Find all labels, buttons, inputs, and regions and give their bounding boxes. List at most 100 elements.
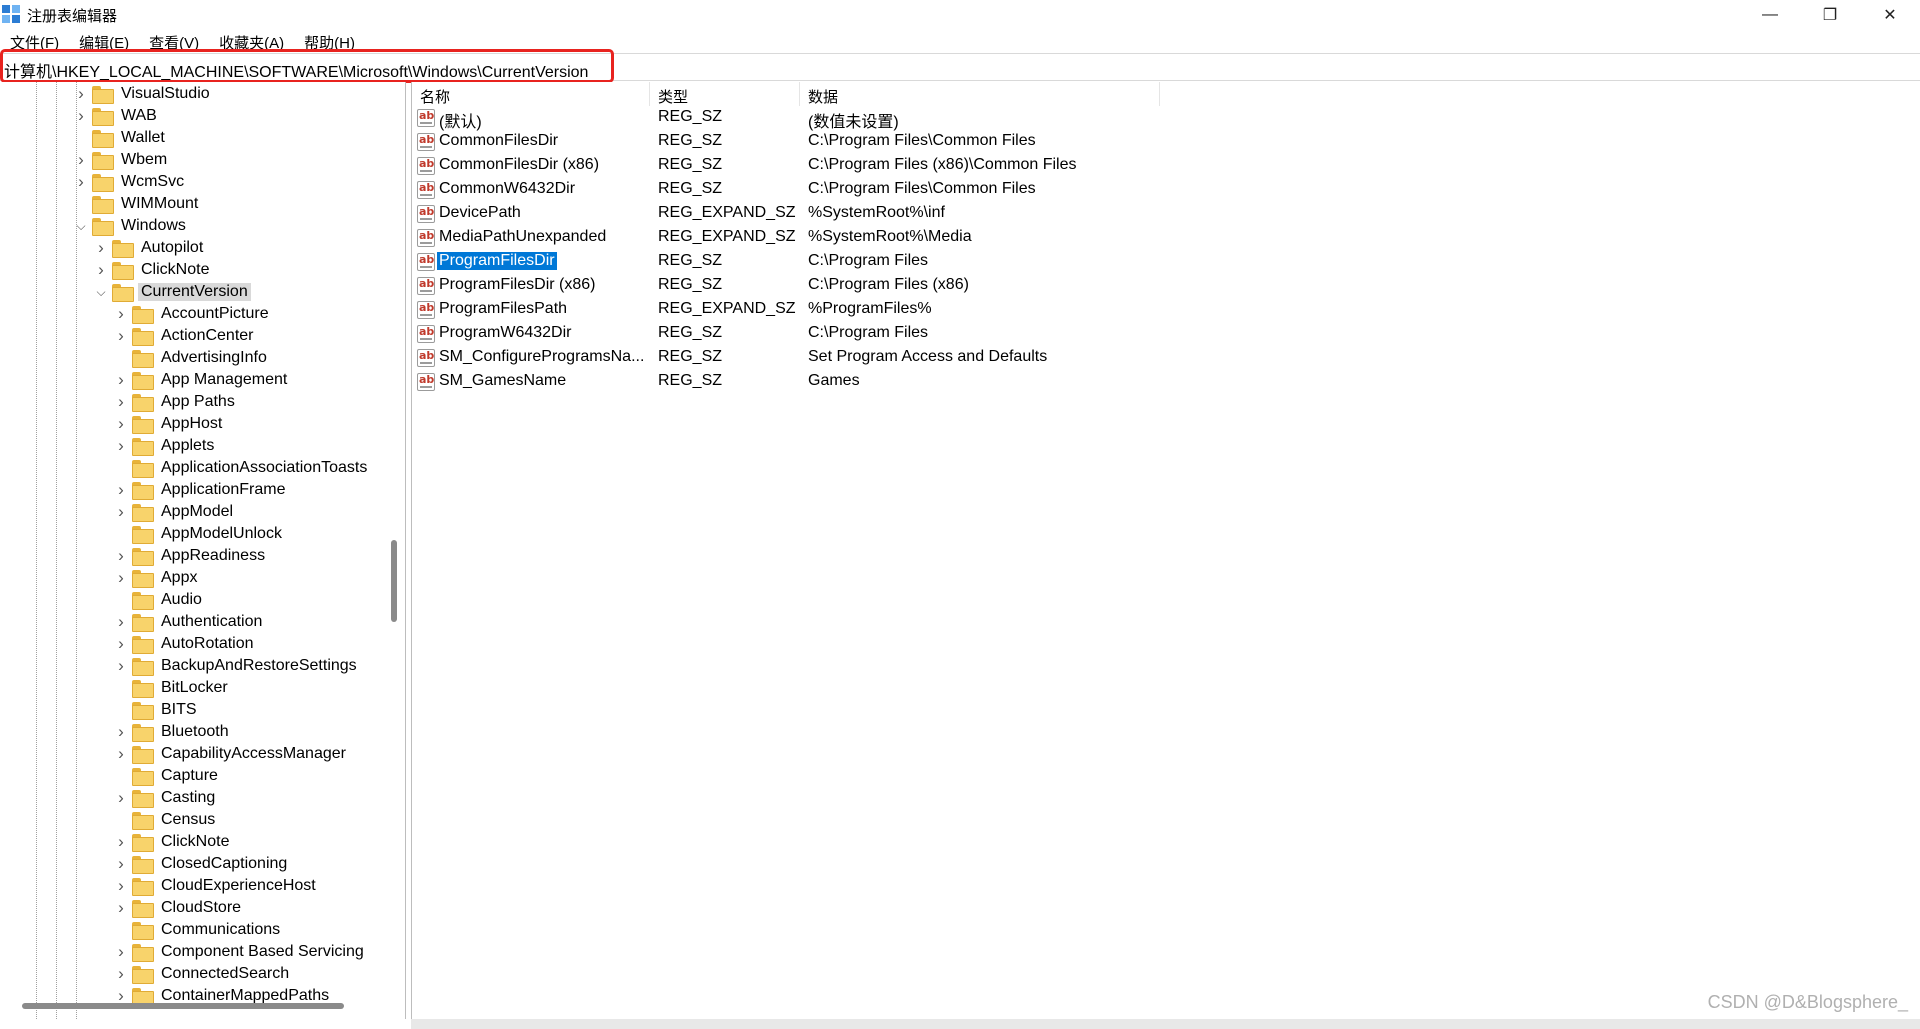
chevron-right-icon[interactable]: › <box>114 986 128 1005</box>
tree-node[interactable]: Wallet <box>74 127 168 149</box>
chevron-down-icon[interactable]: ⌵ <box>74 219 88 233</box>
tree-node[interactable]: Census <box>114 809 218 831</box>
value-row[interactable]: ab ProgramFilesPath REG_EXPAND_SZ %ProgramF… <box>412 298 1612 322</box>
chevron-right-icon[interactable]: › <box>114 898 128 917</box>
chevron-right-icon[interactable]: › <box>114 964 128 983</box>
tree-node[interactable]: › Applets <box>114 435 217 457</box>
tree-node[interactable]: › AppModel <box>114 501 236 523</box>
tree-node[interactable]: › AutoRotation <box>114 633 257 655</box>
tree-horizontal-scrollbar[interactable] <box>22 1003 344 1009</box>
value-row[interactable]: ab DevicePath REG_EXPAND_SZ %SystemRoot%\in… <box>412 202 1612 226</box>
value-row[interactable]: ab (默认) REG_SZ (数值未设置) <box>412 106 1612 131</box>
tree-node[interactable]: › CloudStore <box>114 897 244 919</box>
tree-node[interactable]: › Authentication <box>114 611 265 633</box>
tree-node[interactable]: › WcmSvc <box>74 171 187 193</box>
tree-node[interactable]: › ClosedCaptioning <box>114 853 290 875</box>
chevron-down-icon[interactable]: ⌵ <box>94 285 108 299</box>
chevron-right-icon[interactable]: › <box>114 436 128 455</box>
chevron-right-icon[interactable]: › <box>114 546 128 565</box>
tree-node[interactable]: Communications <box>114 919 283 941</box>
chevron-right-icon[interactable]: › <box>114 854 128 873</box>
chevron-right-icon[interactable]: › <box>114 612 128 631</box>
chevron-right-icon[interactable]: › <box>114 634 128 653</box>
column-header-type[interactable]: 类型 <box>650 82 800 106</box>
tree-node[interactable]: › BackupAndRestoreSettings <box>114 655 360 677</box>
tree-node[interactable]: ApplicationAssociationToasts <box>114 457 370 479</box>
tree-node[interactable]: › ConnectedSearch <box>114 963 292 985</box>
chevron-right-icon[interactable]: › <box>114 414 128 433</box>
tree-node[interactable]: › ApplicationFrame <box>114 479 289 501</box>
tree-node[interactable]: › ClickNote <box>114 831 232 853</box>
tree-node[interactable]: › AccountPicture <box>114 303 272 325</box>
tree-node[interactable]: ⌵ Windows <box>74 215 189 237</box>
value-data: %SystemRoot%\inf <box>808 204 945 221</box>
value-type: REG_EXPAND_SZ <box>658 204 796 221</box>
chevron-right-icon[interactable]: › <box>114 832 128 851</box>
tree-node[interactable]: BitLocker <box>114 677 231 699</box>
chevron-right-icon[interactable]: › <box>114 502 128 521</box>
tree-vertical-scrollbar[interactable] <box>391 540 397 622</box>
tree-node[interactable]: WIMMount <box>74 193 201 215</box>
chevron-right-icon[interactable]: › <box>114 722 128 741</box>
chevron-right-icon[interactable]: › <box>114 370 128 389</box>
tree-node[interactable]: AdvertisingInfo <box>114 347 270 369</box>
tree-node[interactable]: › App Paths <box>114 391 238 413</box>
close-button[interactable]: ✕ <box>1860 0 1920 30</box>
value-name: DevicePath <box>439 204 521 221</box>
chevron-right-icon[interactable]: › <box>114 744 128 763</box>
tree-node[interactable]: › Appx <box>114 567 200 589</box>
chevron-right-icon[interactable]: › <box>114 304 128 323</box>
tree-node-label: AppModel <box>161 503 234 520</box>
value-row[interactable]: ab ProgramW6432Dir REG_SZ C:\Program Files <box>412 322 1612 346</box>
tree-node[interactable]: › Casting <box>114 787 218 809</box>
value-row[interactable]: ab CommonFilesDir (x86) REG_SZ C:\Program F… <box>412 154 1612 178</box>
chevron-right-icon[interactable]: › <box>114 876 128 895</box>
tree-node[interactable]: › AppHost <box>114 413 225 435</box>
tree-node[interactable]: › Component Based Servicing <box>114 941 367 963</box>
maximize-button[interactable]: ❐ <box>1800 0 1860 30</box>
tree-node[interactable]: › WAB <box>74 105 160 127</box>
value-name: SM_ConfigureProgramsNa... <box>439 348 645 365</box>
chevron-right-icon[interactable]: › <box>114 326 128 345</box>
chevron-right-icon[interactable]: › <box>74 172 88 191</box>
tree-node[interactable]: › App Management <box>114 369 290 391</box>
value-row[interactable]: ab CommonW6432Dir REG_SZ C:\Program Files\C… <box>412 178 1612 202</box>
tree-node[interactable]: › CloudExperienceHost <box>114 875 319 897</box>
values-pane[interactable]: 名称 类型 数据 CSDN @D&Blogsphere_ ab (默认) REG_S… <box>411 82 1920 1019</box>
tree-node[interactable]: AppModelUnlock <box>114 523 285 545</box>
chevron-right-icon[interactable]: › <box>114 656 128 675</box>
column-header-name[interactable]: 名称 <box>412 82 650 106</box>
value-row[interactable]: ab ProgramFilesDir REG_SZ C:\Program Files <box>412 250 1612 274</box>
column-header-data[interactable]: 数据 <box>800 82 1160 106</box>
key-tree-pane[interactable]: › VisualStudio › WAB Wallet › Wbem › WcmSvc WIMMo… <box>0 82 406 1019</box>
value-row[interactable]: ab SM_ConfigureProgramsNa... REG_SZ Set Pro… <box>412 346 1612 370</box>
chevron-right-icon[interactable]: › <box>114 480 128 499</box>
tree-node[interactable]: Audio <box>114 589 205 611</box>
value-row[interactable]: ab CommonFilesDir REG_SZ C:\Program Files\C… <box>412 130 1612 154</box>
tree-node[interactable]: › Autopilot <box>94 237 206 259</box>
chevron-right-icon[interactable]: › <box>74 150 88 169</box>
tree-node[interactable]: › Bluetooth <box>114 721 232 743</box>
chevron-right-icon[interactable]: › <box>114 942 128 961</box>
chevron-right-icon[interactable]: › <box>114 568 128 587</box>
tree-node[interactable]: › VisualStudio <box>74 83 213 105</box>
tree-node[interactable]: › ClickNote <box>94 259 212 281</box>
tree-node[interactable]: › CapabilityAccessManager <box>114 743 349 765</box>
chevron-right-icon[interactable]: › <box>114 788 128 807</box>
chevron-right-icon[interactable]: › <box>114 392 128 411</box>
value-row[interactable]: ab ProgramFilesDir (x86) REG_SZ C:\Program … <box>412 274 1612 298</box>
chevron-right-icon[interactable]: › <box>94 260 108 279</box>
minimize-button[interactable]: — <box>1740 0 1800 30</box>
chevron-right-icon[interactable]: › <box>74 106 88 125</box>
tree-node[interactable]: BITS <box>114 699 200 721</box>
tree-node[interactable]: › Wbem <box>74 149 170 171</box>
chevron-right-icon[interactable]: › <box>74 84 88 103</box>
tree-node[interactable]: ⌵ CurrentVersion <box>94 281 251 303</box>
tree-guide-line <box>56 82 57 1019</box>
tree-node[interactable]: Capture <box>114 765 221 787</box>
value-row[interactable]: ab MediaPathUnexpanded REG_EXPAND_SZ %Syste… <box>412 226 1612 250</box>
tree-node[interactable]: › ActionCenter <box>114 325 257 347</box>
tree-node[interactable]: › AppReadiness <box>114 545 268 567</box>
chevron-right-icon[interactable]: › <box>94 238 108 257</box>
value-row[interactable]: ab SM_GamesName REG_SZ Games <box>412 370 1612 394</box>
